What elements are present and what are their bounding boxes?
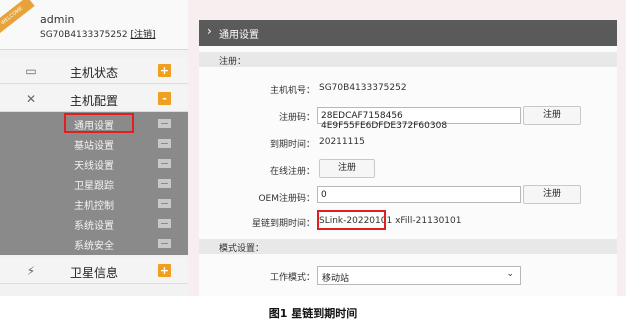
submenu-item-system-security[interactable]: 系统安全: [0, 233, 188, 253]
monitor-icon: ▭: [25, 64, 37, 78]
mode-label: 工作模式：: [269, 273, 315, 283]
expire-label: 到期时间：: [269, 140, 315, 150]
collapse-icon[interactable]: -: [158, 92, 171, 105]
menu-group-label: 卫星信息: [70, 266, 119, 280]
oem-label: OEM注册码：: [258, 194, 315, 204]
minus-icon: [158, 239, 171, 248]
minus-icon: [158, 219, 171, 228]
device-id: SG70B4133375252: [40, 30, 128, 40]
tools-icon: ✕: [25, 92, 37, 106]
expire-value: 20211115: [319, 137, 365, 147]
submenu-item-base-station[interactable]: 基站设置: [0, 133, 188, 153]
submenu-label: 系统设置: [74, 221, 114, 232]
minus-icon: [158, 139, 171, 148]
submenu-label: 天线设置: [74, 161, 114, 172]
device-line: SG70B4133375252 [注销]: [40, 27, 155, 40]
reg-code-label: 注册码：: [278, 113, 315, 123]
mode-select[interactable]: 移动站 ⌄: [317, 266, 521, 285]
submenu-label: 卫星跟踪: [74, 181, 114, 192]
submenu-item-system-settings[interactable]: 系统设置: [0, 213, 188, 233]
mode-select-value: 移动站: [322, 274, 350, 284]
star-expire-value-xfill: xFill-21130101: [395, 216, 462, 226]
minus-icon: [158, 199, 171, 208]
breadcrumb: › 通用设置: [199, 20, 617, 46]
host-id-value: SG70B4133375252: [319, 83, 407, 93]
menu-group-label: 主机配置: [70, 94, 119, 108]
reg-code-input[interactable]: 28EDCAF7158456 4E9F55FE6DFDE372F60308: [317, 107, 521, 131]
menu-group-config[interactable]: ✕ 主机配置 -: [0, 86, 188, 112]
highlight-box-general: [64, 113, 134, 133]
minus-icon: [158, 159, 171, 168]
section-title: 注册：: [219, 57, 247, 67]
menu-group-label: 主机状态: [70, 66, 119, 80]
submenu-item-satellite-tracking[interactable]: 卫星跟踪: [0, 173, 188, 193]
username: admin: [40, 13, 75, 26]
minus-icon: [158, 119, 171, 128]
config-submenu: 通用设置 基站设置 天线设置 卫星跟踪 主机控制 系统设置 系统安全: [0, 112, 188, 255]
online-reg-button[interactable]: 注册: [319, 159, 375, 178]
section-mode: 模式设置：: [199, 239, 617, 254]
chevron-right-icon: ›: [207, 24, 212, 38]
section-register: 注册：: [199, 52, 617, 67]
menu-group-satellite[interactable]: ⚡ 卫星信息 +: [0, 258, 188, 284]
submenu-label: 系统安全: [74, 241, 114, 252]
oem-button[interactable]: 注册: [523, 185, 581, 204]
ribbon-text: WELCOME: [0, 5, 25, 27]
satellite-icon: ⚡: [26, 264, 36, 278]
expand-icon[interactable]: +: [158, 64, 171, 77]
main-panel: › 通用设置 注册： 主机机号： SG70B4133375252 注册码： 28…: [199, 20, 617, 296]
sidebar: WELCOME admin SG70B4133375252 [注销] ▭ 主机状…: [0, 0, 188, 296]
logout-link[interactable]: [注销]: [130, 30, 155, 40]
figure-caption: 图1 星链到期时间: [268, 307, 358, 320]
submenu-item-antenna[interactable]: 天线设置: [0, 153, 188, 173]
breadcrumb-title: 通用设置: [219, 30, 259, 41]
welcome-ribbon: WELCOME: [0, 0, 35, 36]
oem-input[interactable]: 0: [317, 186, 521, 203]
submenu-label: 主机控制: [74, 201, 114, 212]
submenu-label: 基站设置: [74, 141, 114, 152]
submenu-item-host-control[interactable]: 主机控制: [0, 193, 188, 213]
host-id-label: 主机机号：: [269, 86, 315, 96]
minus-icon: [158, 179, 171, 188]
app-frame: WELCOME admin SG70B4133375252 [注销] ▭ 主机状…: [0, 0, 626, 296]
reg-button[interactable]: 注册: [523, 106, 581, 125]
chevron-down-icon: ⌄: [506, 269, 514, 279]
star-expire-label: 星链到期时间：: [251, 219, 315, 229]
online-reg-label: 在线注册：: [269, 167, 315, 177]
menu-group-status[interactable]: ▭ 主机状态 +: [0, 58, 188, 84]
expand-icon[interactable]: +: [158, 264, 171, 277]
highlight-box-star-expire: [317, 210, 386, 230]
section-title: 模式设置：: [219, 244, 265, 254]
user-panel: WELCOME admin SG70B4133375252 [注销]: [0, 0, 188, 50]
